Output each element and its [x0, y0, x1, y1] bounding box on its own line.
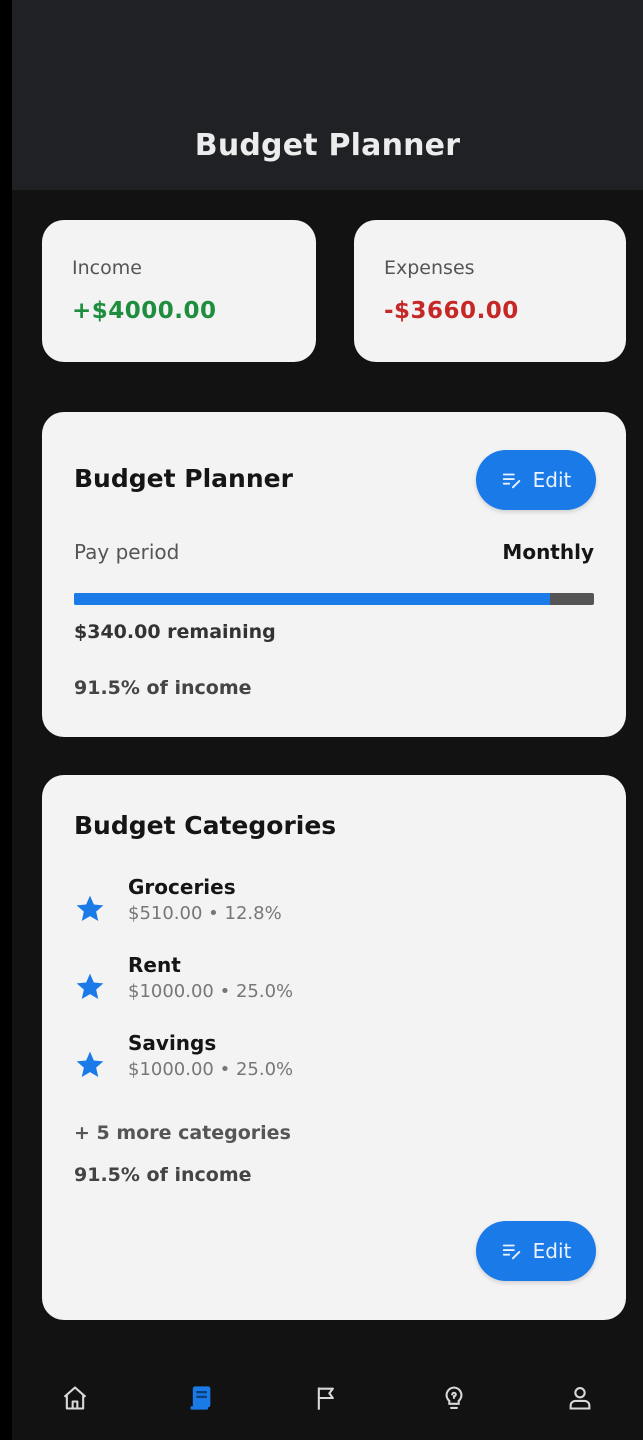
- pay-period-value: Monthly: [502, 540, 594, 564]
- expenses-label: Expenses: [384, 257, 475, 279]
- user-icon: [569, 1386, 591, 1410]
- star-icon: [76, 895, 104, 921]
- budget-categories-card: Budget Categories Groceries $510.00 • 12…: [42, 775, 626, 1320]
- budget-planner-card: Budget Planner Edit Pay period Monthly $…: [42, 412, 626, 737]
- categories-edit-button[interactable]: Edit: [476, 1221, 596, 1281]
- planner-percent-of-income: 91.5% of income: [74, 677, 252, 699]
- category-item[interactable]: Rent $1000.00 • 25.0%: [74, 953, 574, 1019]
- flag-icon: [318, 1387, 335, 1410]
- categories-percent-of-income: 91.5% of income: [74, 1164, 252, 1186]
- nav-profile[interactable]: [550, 1368, 610, 1428]
- nav-tips[interactable]: [424, 1368, 484, 1428]
- home-icon: [63, 1385, 87, 1410]
- categories-edit-label: Edit: [532, 1239, 572, 1263]
- nav-goals[interactable]: [297, 1368, 357, 1428]
- edit-list-icon: [502, 473, 520, 489]
- planner-edit-label: Edit: [532, 468, 572, 492]
- income-value: +$4000.00: [72, 298, 217, 324]
- income-label: Income: [72, 257, 142, 279]
- category-item[interactable]: Groceries $510.00 • 12.8%: [74, 875, 574, 941]
- expenses-value: -$3660.00: [384, 298, 519, 324]
- category-detail: $1000.00 • 25.0%: [128, 1059, 294, 1080]
- nav-home[interactable]: [45, 1368, 105, 1428]
- star-icon: [76, 973, 104, 999]
- category-detail: $510.00 • 12.8%: [128, 903, 282, 924]
- bottom-nav: [12, 1355, 643, 1440]
- categories-title: Budget Categories: [74, 811, 337, 840]
- budget-progress-fill: [74, 593, 550, 605]
- nav-budget[interactable]: [171, 1368, 231, 1428]
- income-card: Income +$4000.00: [42, 220, 316, 362]
- more-categories-link[interactable]: + 5 more categories: [74, 1122, 291, 1144]
- expenses-card: Expenses -$3660.00: [354, 220, 626, 362]
- edit-list-icon: [502, 1244, 520, 1260]
- category-name: Savings: [128, 1031, 217, 1055]
- app-screen: Budget Planner Income +$4000.00 Expenses…: [0, 0, 643, 1440]
- page-title: Budget Planner: [194, 128, 461, 163]
- app-header: Budget Planner: [12, 0, 643, 190]
- budget-book-icon: [190, 1385, 211, 1410]
- category-detail: $1000.00 • 25.0%: [128, 981, 294, 1002]
- category-name: Groceries: [128, 875, 236, 899]
- planner-title: Budget Planner: [74, 464, 293, 493]
- category-item[interactable]: Savings $1000.00 • 25.0%: [74, 1031, 574, 1097]
- remaining-amount: $340.00 remaining: [74, 621, 276, 643]
- budget-progress-bar: [74, 593, 594, 605]
- category-name: Rent: [128, 953, 181, 977]
- pay-period-label: Pay period: [74, 540, 180, 564]
- star-icon: [76, 1051, 104, 1077]
- lightbulb-icon: [445, 1385, 463, 1409]
- planner-edit-button[interactable]: Edit: [476, 450, 596, 510]
